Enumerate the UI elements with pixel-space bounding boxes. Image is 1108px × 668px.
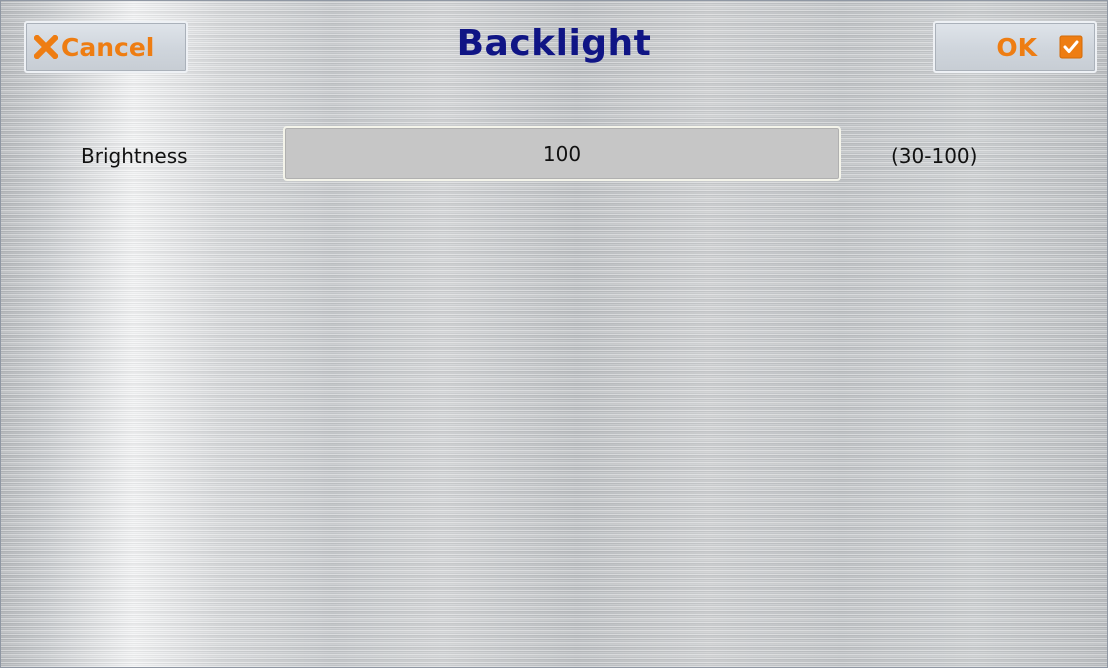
brightness-value: 100 [542, 141, 582, 166]
backlight-screen: Cancel Backlight OK Brightness 100 (30-1… [0, 0, 1108, 668]
ok-button[interactable]: OK [933, 21, 1097, 73]
brightness-range-hint: (30-100) [891, 144, 978, 168]
brightness-label: Brightness [81, 144, 188, 168]
brightness-input[interactable]: 100 [283, 126, 841, 181]
ok-button-label: OK [996, 32, 1037, 62]
checkbox-checked-icon [1059, 35, 1083, 59]
